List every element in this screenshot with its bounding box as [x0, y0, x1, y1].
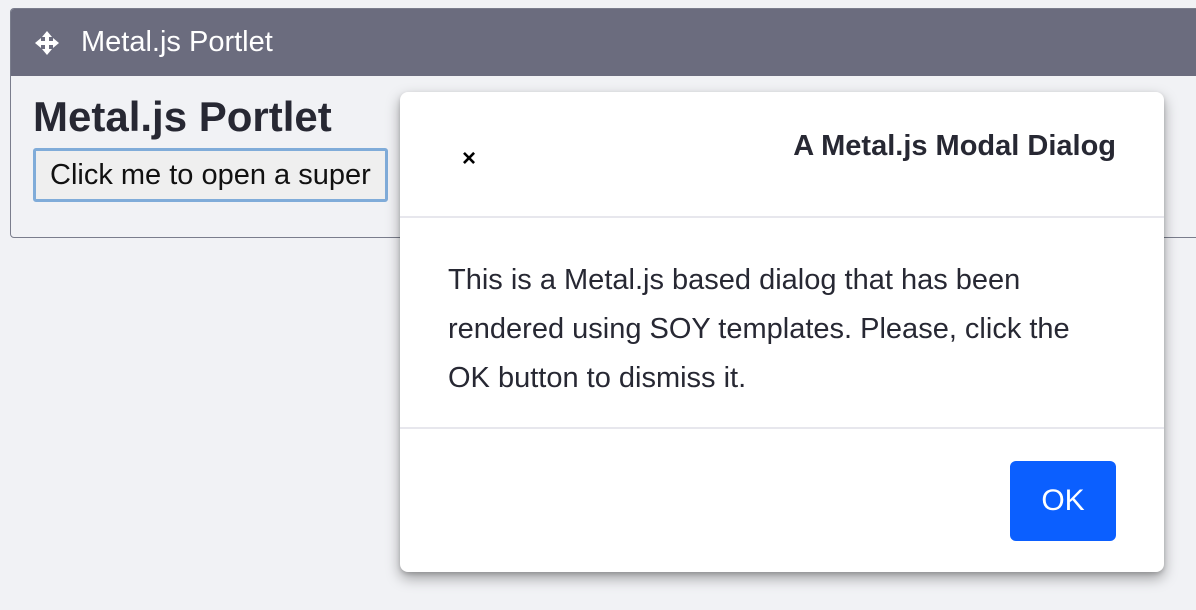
open-dialog-button[interactable]: Click me to open a super [33, 148, 388, 203]
ok-button[interactable]: OK [1010, 461, 1116, 541]
modal-footer: OK [400, 429, 1164, 572]
modal-dialog: × A Metal.js Modal Dialog This is a Meta… [400, 92, 1164, 572]
modal-body-text: This is a Metal.js based dialog that has… [448, 264, 1070, 394]
page: Metal.js Portlet Metal.js Portlet Click … [0, 0, 1196, 610]
modal-header: × A Metal.js Modal Dialog [400, 92, 1164, 218]
modal-title: A Metal.js Modal Dialog [793, 130, 1116, 162]
close-icon[interactable]: × [458, 147, 480, 171]
portlet-topper[interactable]: Metal.js Portlet [11, 9, 1196, 76]
modal-body: This is a Metal.js based dialog that has… [400, 218, 1164, 429]
move-arrows-icon[interactable] [33, 29, 61, 57]
portlet-topper-title: Metal.js Portlet [81, 26, 273, 58]
